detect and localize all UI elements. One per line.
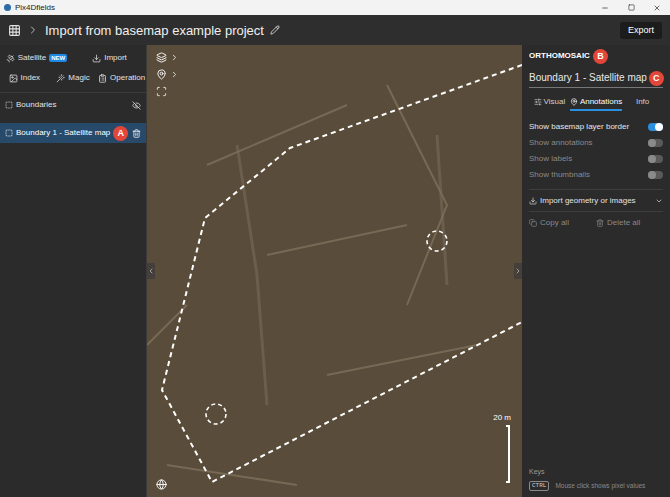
visibility-off-icon[interactable] [132,101,141,110]
toolbar-row: SatelliteNEWImport [0,48,146,68]
left-panel: SatelliteNEWImportIndexMagicOperationBou… [0,45,147,497]
boundary-icon [5,129,13,137]
boundary-icon [5,101,13,109]
layers-tool[interactable] [156,52,179,63]
app-window: Pix4Dfields Import from basemap example p… [0,0,670,497]
collapse-right-icon[interactable] [514,263,522,279]
window-title: Pix4Dfields [15,4,55,12]
maximize-icon[interactable] [618,4,644,11]
toggle-knob [655,123,663,131]
toolbar-button[interactable]: Operation [97,74,146,83]
map-view[interactable]: 20 m [147,45,522,497]
app-header: Import from basemap example project Expor… [0,15,670,45]
toolbar-icon [6,54,15,63]
tab-bar: VisualAnnotationsInfo [529,96,663,111]
action-icon [596,219,604,227]
export-button[interactable]: Export [620,22,662,39]
title-bar: Pix4Dfields [0,0,670,15]
annotation-marker: A [113,126,128,141]
toggle-knob [648,171,656,179]
map-pin-icon [156,69,167,80]
action-button[interactable]: Copy all [529,219,596,227]
toolbar-icon [98,74,107,83]
boundaries-header: Boundaries [0,96,146,114]
chevron-right-icon [170,70,179,79]
toolbar-row: IndexMagicOperation [0,68,146,88]
satellite-map-drawing [147,45,522,497]
toggle-knob [648,139,656,147]
toggle-switch[interactable] [648,171,663,179]
pin-tool[interactable] [156,69,179,80]
toolbar-button[interactable]: SatelliteNEW [0,54,73,63]
tab[interactable]: Annotations [570,96,622,111]
collapse-left-icon[interactable] [147,263,155,279]
toggle-row[interactable]: Show labels [529,151,663,167]
edit-pencil-icon[interactable] [270,25,280,35]
layers-icon [156,52,167,63]
app-logo-icon [4,4,11,11]
globe-icon[interactable] [156,479,167,490]
tab[interactable]: Visual [529,96,570,111]
chevron-right-icon [170,53,179,62]
scale-bar: 20 m [493,414,514,483]
toolbar: SatelliteNEWImportIndexMagicOperation [0,45,146,93]
section-header: ORTHOMOSAICB [529,48,663,64]
toggle-switch[interactable] [648,123,663,131]
toolbar-button[interactable]: Import [73,54,146,63]
import-row[interactable]: Import geometry or images [529,190,663,212]
toolbar-icon [92,54,101,63]
toggle-knob [648,155,656,163]
annotation-marker: B [593,49,608,64]
toggle-switch[interactable] [648,155,663,163]
action-button[interactable]: Delete all [596,219,663,227]
breadcrumb-chevron-icon [27,24,39,36]
toolbar-button[interactable]: Magic [49,74,98,83]
window-controls [592,0,670,15]
action-icon [529,219,537,227]
toggle-row[interactable]: Show annotations [529,135,663,151]
import-icon [529,197,537,205]
key-cap: CTRL [529,481,549,491]
tab-icon [570,98,578,106]
trash-icon[interactable] [132,129,141,138]
new-badge: NEW [49,54,67,62]
tab[interactable]: Info [622,96,663,111]
scan-icon [156,86,167,97]
layer-list: Boundary 1 - Satellite mapA [0,123,146,143]
toggle-row[interactable]: Show basemap layer border [529,119,663,135]
scan-tool[interactable] [156,86,179,97]
close-icon[interactable] [644,4,670,12]
annotation-marker: C [649,71,664,86]
scale-line [506,425,510,483]
chevron-down-icon [655,197,663,205]
toolbar-button[interactable]: Index [0,74,49,83]
toolbar-icon [9,74,18,83]
minimize-icon[interactable] [592,4,618,12]
layer-name-field[interactable]: Boundary 1 - Satellite mapC [529,70,663,88]
action-row: Copy allDelete all [529,215,663,231]
right-panel: ORTHOMOSAICB Boundary 1 - Satellite mapC V… [522,45,670,497]
map-tools [156,52,179,97]
project-title: Import from basemap example project [45,24,264,37]
toggle-row[interactable]: Show thumbnails [529,167,663,183]
toolbar-icon [56,74,65,83]
tab-icon [534,98,542,106]
workspace: SatelliteNEWImportIndexMagicOperationBou… [0,45,670,497]
scale-label: 20 m [493,414,511,422]
toggle-list: Show basemap layer borderShow annotation… [529,119,663,190]
toggle-switch[interactable] [648,139,663,147]
apps-grid-icon[interactable] [8,24,21,37]
keys-section: KeysCTRLMouse click shows pixel values [529,468,663,491]
layer-item[interactable]: Boundary 1 - Satellite mapA [0,123,146,143]
